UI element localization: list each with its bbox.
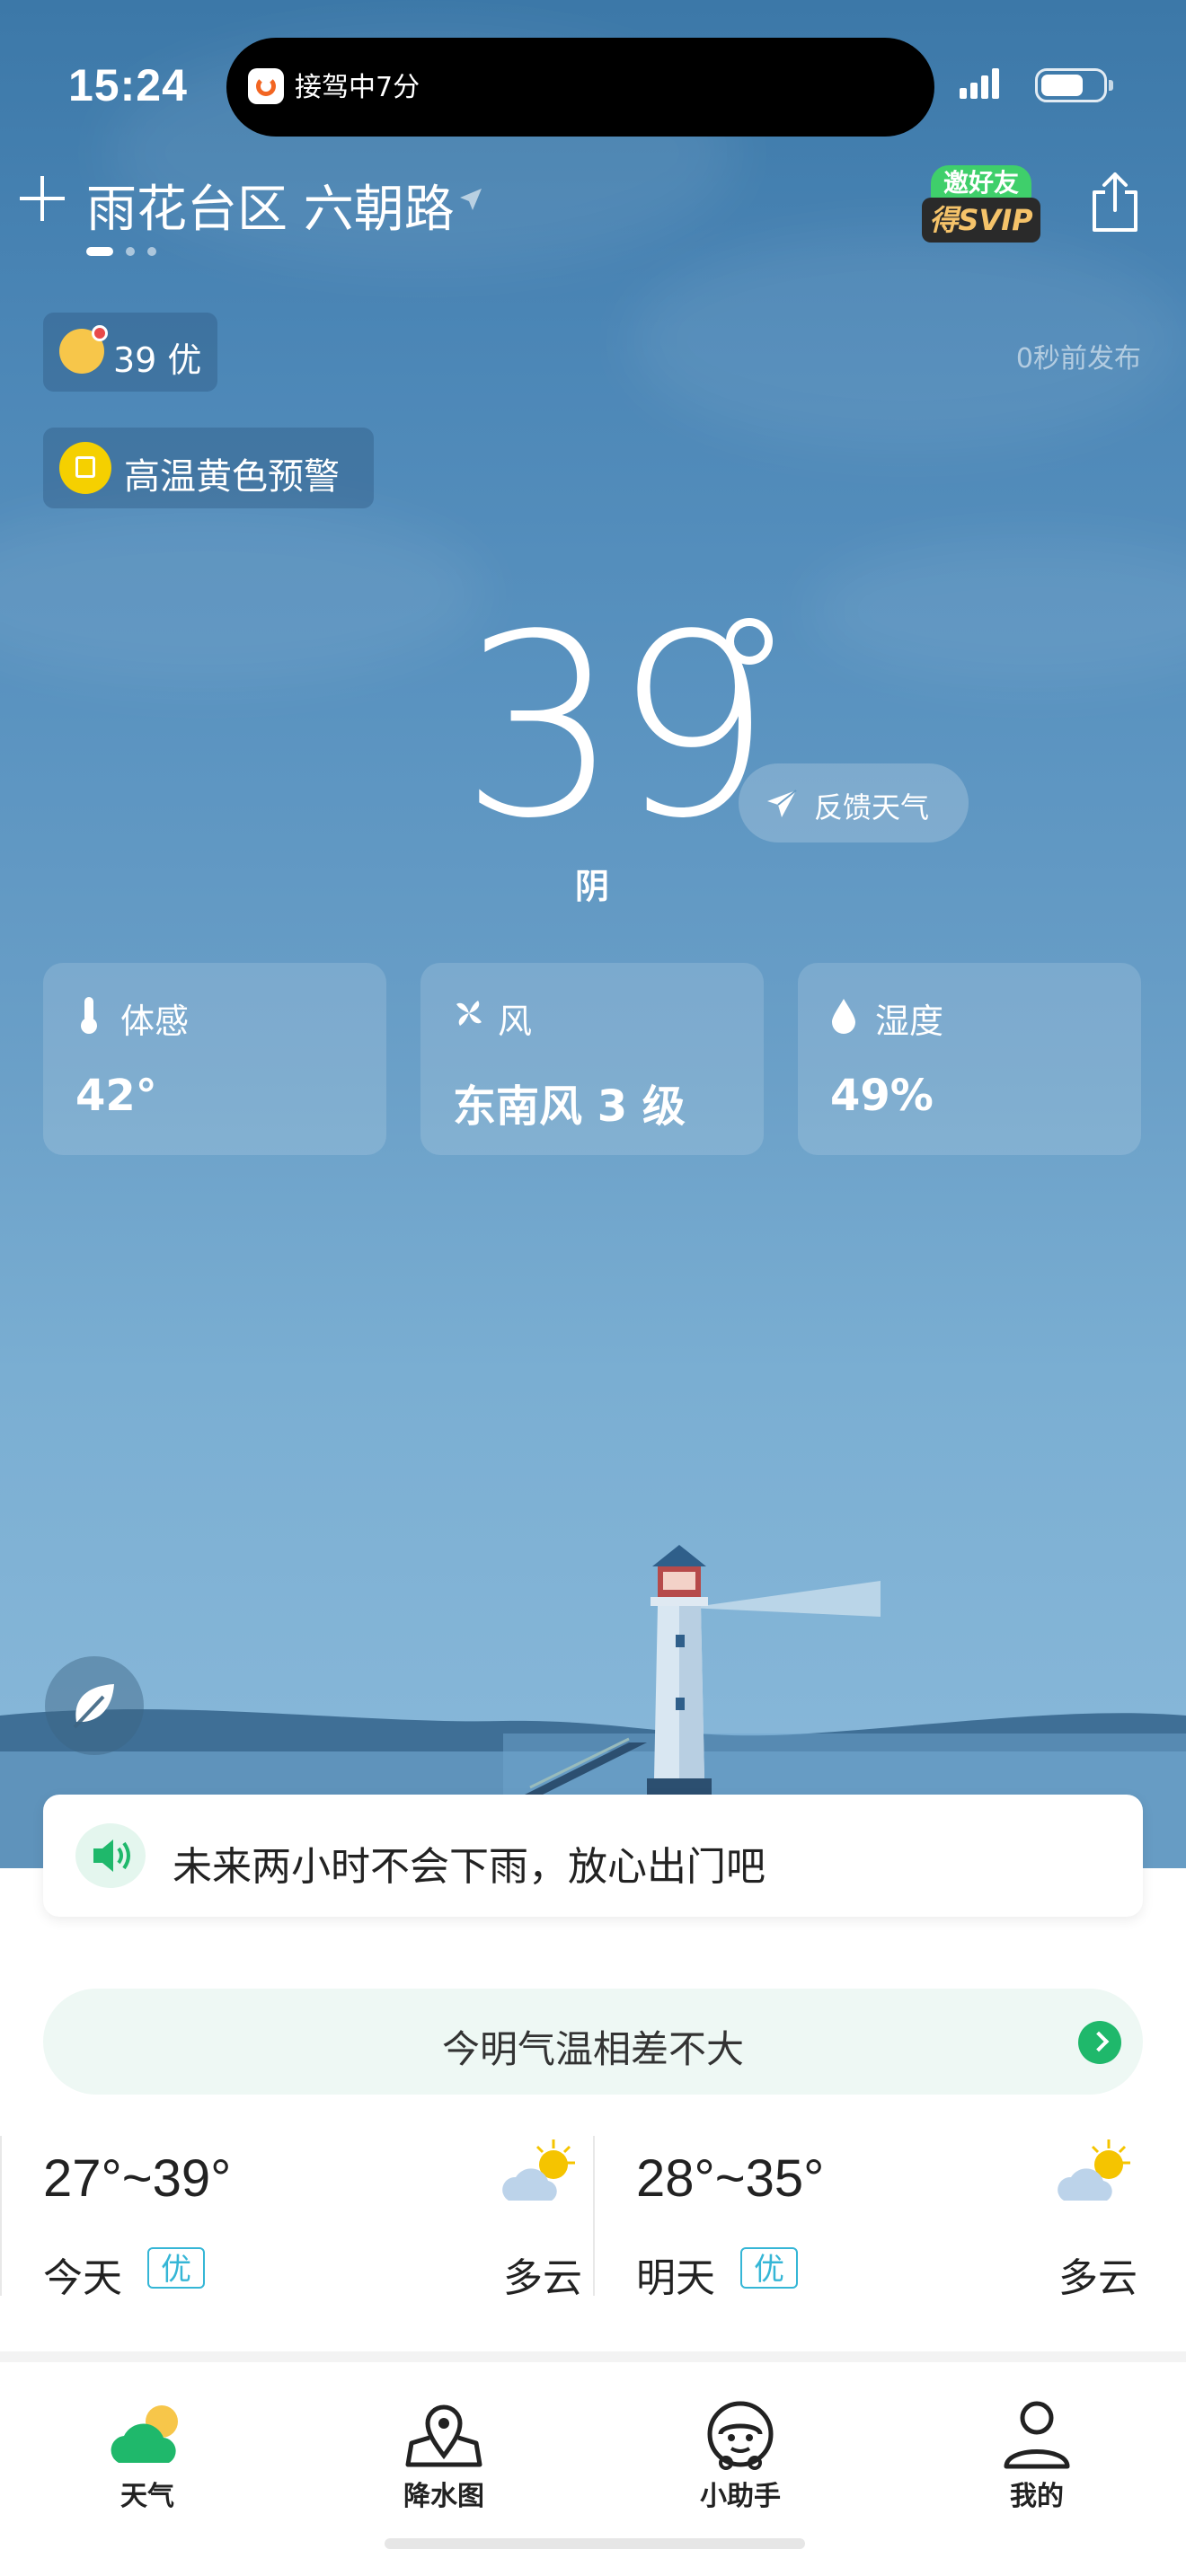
profile-icon	[1004, 2401, 1070, 2469]
share-icon[interactable]	[1091, 171, 1139, 234]
svip-invite-label: 邀好友	[931, 165, 1031, 201]
current-condition: 阴	[575, 867, 610, 906]
tomorrow-condition: 多云	[1058, 2255, 1137, 2301]
lighthouse-icon	[647, 1545, 881, 1796]
forecast-tomorrow[interactable]: 28°~35° 明天 优 多云	[636, 2138, 1137, 2301]
tomorrow-label: 明天	[636, 2255, 715, 2301]
wind-label: 风	[498, 1001, 533, 1041]
map-pin-icon	[405, 2404, 482, 2467]
weather-icon	[111, 2405, 178, 2463]
rain-notice-text: 未来两小时不会下雨，放心出门吧	[173, 1844, 766, 1890]
today-aqi-badge: 优	[147, 2247, 205, 2289]
publish-time: 0秒前发布	[1015, 343, 1141, 375]
tab-precipitation-label: 降水图	[403, 2481, 484, 2512]
svip-label: 得SVIP	[922, 198, 1040, 243]
location-arrow-icon	[460, 189, 482, 210]
today-condition: 多云	[503, 2255, 582, 2301]
water-drop-icon	[832, 999, 855, 1034]
partly-cloudy-icon	[1058, 2139, 1130, 2201]
speaker-icon	[75, 1823, 146, 1888]
dynamic-island[interactable]: 接驾中7分	[226, 38, 934, 137]
tomorrow-aqi-badge: 优	[740, 2247, 798, 2289]
weather-warning-chip[interactable]: 高温黄色预警	[43, 428, 374, 508]
degree-symbol	[726, 618, 773, 665]
wind-value: 东南风 3 级	[453, 1081, 686, 1132]
add-city-icon[interactable]	[20, 176, 65, 221]
tab-precipitation-map[interactable]: 降水图	[354, 2380, 534, 2515]
tab-profile-label: 我的	[1010, 2481, 1064, 2512]
feels-like-label: 体感	[120, 1001, 190, 1041]
warning-text: 高温黄色预警	[124, 456, 340, 498]
humidity-value: 49%	[830, 1071, 934, 1121]
tab-assistant-label: 小助手	[700, 2481, 781, 2512]
today-label: 今天	[43, 2255, 122, 2301]
today-temperature-range: 27°~39°	[43, 2149, 232, 2208]
didi-app-icon	[248, 68, 284, 104]
paper-plane-icon	[767, 790, 797, 817]
page-indicator	[86, 243, 169, 260]
rain-forecast-notice[interactable]: 未来两小时不会下雨，放心出门吧	[43, 1795, 1143, 1917]
feedback-weather-button[interactable]: 反馈天气	[739, 763, 969, 842]
wind-card[interactable]: 风 东南风 3 级	[420, 963, 764, 1155]
temperature-compare-banner[interactable]: 今明气温相差不大	[43, 1989, 1143, 2095]
assistant-icon	[707, 2401, 774, 2470]
current-temperature: 39	[460, 581, 773, 874]
leaf-icon	[73, 1684, 114, 1729]
location-title[interactable]: 雨花台区 六朝路	[86, 169, 455, 242]
tab-profile[interactable]: 我的	[947, 2380, 1127, 2515]
invite-svip-badge[interactable]: 邀好友 得SVIP	[922, 162, 1040, 248]
tab-weather-label: 天气	[120, 2481, 174, 2512]
air-quality-chip[interactable]: 39 优	[43, 313, 217, 392]
thermometer-icon	[81, 997, 97, 1034]
humidity-label: 湿度	[875, 1001, 944, 1041]
fan-icon	[456, 1001, 482, 1026]
home-indicator[interactable]	[385, 2538, 805, 2549]
chevron-right-icon	[1078, 2021, 1121, 2064]
weather-background	[0, 0, 1186, 1859]
eco-leaf-button[interactable]	[45, 1656, 144, 1755]
feedback-label: 反馈天气	[814, 790, 930, 825]
feels-like-card[interactable]: 体感 42°	[43, 963, 386, 1155]
tab-assistant[interactable]: 小助手	[651, 2380, 830, 2515]
battery-icon	[1035, 68, 1113, 102]
air-quality-value: 39 优	[113, 340, 202, 380]
humidity-card[interactable]: 湿度 49%	[798, 963, 1141, 1155]
island-status-text: 接驾中7分	[295, 72, 420, 103]
status-time: 15:24	[68, 60, 188, 110]
warning-icon	[59, 442, 111, 494]
tomorrow-temperature-range: 28°~35°	[636, 2149, 825, 2208]
compare-text: 今明气温相差不大	[441, 2027, 744, 2071]
partly-cloudy-icon	[502, 2139, 575, 2201]
cellular-signal-icon	[960, 68, 1003, 99]
tab-weather[interactable]: 天气	[58, 2380, 237, 2515]
feels-like-value: 42°	[75, 1071, 157, 1121]
forecast-today[interactable]: 27°~39° 今天 优 多云	[43, 2138, 582, 2301]
air-quality-face-icon	[59, 325, 108, 374]
